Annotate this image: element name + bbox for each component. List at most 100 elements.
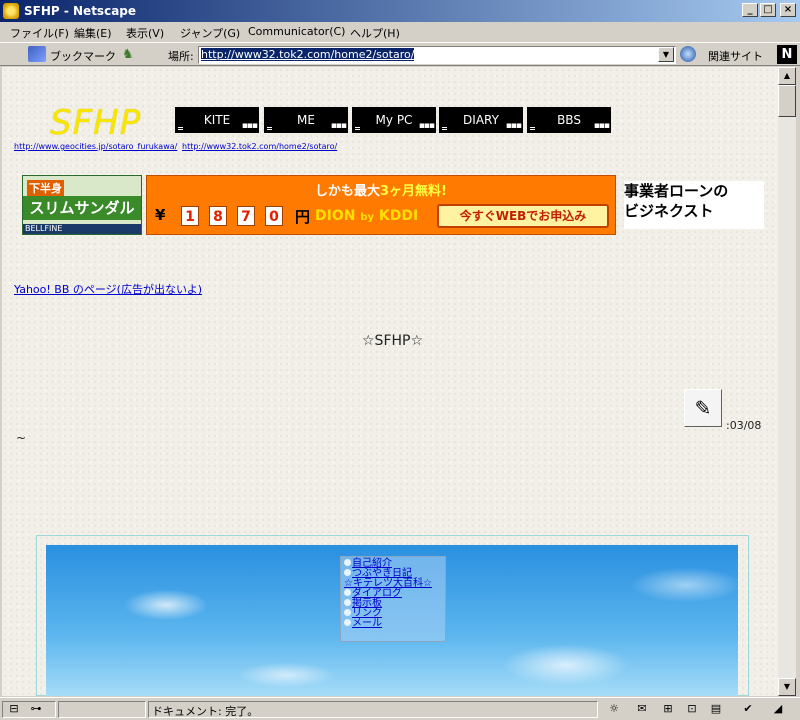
menu-communicator[interactable]: Communicator(C) <box>248 25 345 38</box>
composer-icon[interactable]: ⊡ <box>684 702 700 716</box>
scroll-up-button[interactable]: ▲ <box>778 67 796 85</box>
nav-button-me[interactable]: ME ▪▪▪ <box>264 107 348 133</box>
mail-icon[interactable]: ✉ <box>634 702 650 716</box>
ad-headline: しかも最大3ヶ月無料! <box>147 180 615 199</box>
menu-help[interactable]: ヘルプ(H) <box>350 25 400 41</box>
business-loan-ad[interactable]: 事業者ローンの ビジネクスト <box>624 181 764 229</box>
menu-view[interactable]: 表示(V) <box>126 25 164 41</box>
netscape-logo[interactable]: N <box>777 45 797 64</box>
nav-button-label: BBS <box>557 113 581 127</box>
url-dropdown-button[interactable]: ▼ <box>658 47 674 62</box>
page-heading: ☆SFHP☆ <box>362 333 424 349</box>
taskbar-check-icon[interactable]: ✔ <box>740 702 756 716</box>
dots-icon: ▪▪▪ <box>505 121 522 131</box>
status-bar: ⊟ ⊶ ドキュメント: 完了。 ☼ ✉ ⊞ ⊡ ▤ ✔ ◢ <box>0 697 800 720</box>
ad-right-line2: ビジネクスト <box>624 202 714 220</box>
ad-right-line1: 事業者ローンの <box>624 182 729 200</box>
site-logo: SFHP <box>50 103 142 143</box>
ad-brand-company: KDDI <box>378 208 419 224</box>
ad-headline-prefix: しかも最大 <box>315 184 381 199</box>
site-menu: 自己紹介 つぶやき日記 ☆キテレツ大百科☆ ダイアログ 掲示板 リンク メール <box>340 556 446 642</box>
menu-bar: ファイル(F) 編集(E) 表示(V) ジャンプ(G) Communicator… <box>0 22 800 42</box>
status-text: ドキュメント: 完了。 <box>152 705 259 718</box>
dots-icon: ▪▪▪ <box>330 121 347 131</box>
resize-grip-icon[interactable]: ◢ <box>770 702 786 716</box>
related-sites-icon[interactable] <box>680 46 696 62</box>
location-toolbar: ブックマーク ♞ 場所: http://www32.tok2.com/home2… <box>0 42 800 66</box>
dots-icon: ▪▪▪ <box>593 121 610 131</box>
ad-apply-button[interactable]: 今すぐWEBでお申込み <box>437 204 609 228</box>
bullet-icon <box>344 589 351 596</box>
dots-icon: ▪▪▪ <box>418 121 435 131</box>
ad-price-digit: 7 <box>237 206 255 226</box>
dots-icon: ▪▪▪ <box>241 121 258 131</box>
ad-brand-name: DION <box>315 208 356 224</box>
url-field[interactable]: http://www32.tok2.com/home2/sotaro/ <box>198 46 676 64</box>
security-lock-icon[interactable]: ⊟ <box>6 702 22 716</box>
ad-yen-unit: 円 <box>295 208 311 226</box>
minimize-button[interactable]: _ <box>742 3 758 17</box>
nav-button-label: ME <box>297 113 315 127</box>
ad-price-digit: 8 <box>209 206 227 226</box>
vertical-scrollbar[interactable]: ▲ ▼ <box>778 67 796 696</box>
nav-button-mypc[interactable]: My PC ▪▪▪ <box>352 107 436 133</box>
dotted-divider <box>14 158 294 160</box>
menu-file[interactable]: ファイル(F) <box>10 25 69 41</box>
bookmarks-button[interactable]: ブックマーク <box>50 48 116 64</box>
menu-edit[interactable]: 編集(E) <box>74 25 112 41</box>
bullet-icon <box>344 559 351 566</box>
bar-icon <box>178 127 183 130</box>
navigator-icon[interactable]: ☼ <box>606 702 622 716</box>
bar-icon <box>530 127 535 130</box>
ad-left-line2: スリムサンダル <box>23 196 141 220</box>
sandal-ad-banner[interactable]: 下半身 スリムサンダル BELLFINE <box>22 175 142 235</box>
yahoo-bb-link[interactable]: Yahoo! BB のページ(広告が出ないよ) <box>14 281 202 297</box>
bullet-icon <box>344 569 351 576</box>
menu-link-label: メール <box>352 618 382 629</box>
tilde-text: ~ <box>16 431 27 445</box>
window-title: SFHP - Netscape <box>24 4 137 18</box>
tok2-link[interactable]: http://www32.tok2.com/home2/sotaro/ <box>182 142 337 151</box>
bookmarks-icon[interactable] <box>28 46 46 62</box>
bar-icon <box>267 127 272 130</box>
bar-icon <box>355 127 360 130</box>
bullet-icon <box>344 619 351 626</box>
nav-button-label: KITE <box>203 113 231 127</box>
bullet-icon <box>344 599 351 606</box>
ad-price-digit: 1 <box>181 206 199 226</box>
ad-price-digit: 0 <box>265 206 283 226</box>
online-status-icon[interactable]: ⊶ <box>28 702 44 716</box>
nav-button-diary[interactable]: DIARY ▪▪▪ <box>439 107 523 133</box>
close-button[interactable]: × <box>780 3 796 17</box>
page-proxy-icon[interactable]: ♞ <box>122 47 134 62</box>
page-viewport: SFHP KITE ▪▪▪ ME ▪▪▪ My PC ▪▪▪ DIARY ▪▪▪… <box>2 67 778 696</box>
geocities-link[interactable]: http://www.geocities.jp/sotaro_furukawa/ <box>14 142 177 151</box>
addressbook-icon[interactable]: ▤ <box>708 702 724 716</box>
scroll-thumb[interactable] <box>778 85 796 117</box>
ad-left-line1: 下半身 <box>27 180 64 196</box>
nav-button-kite[interactable]: KITE ▪▪▪ <box>175 107 259 133</box>
broken-image-icon[interactable]: ✎ <box>684 389 722 427</box>
ad-headline-highlight: 3ヶ月無料! <box>380 184 447 199</box>
menu-go[interactable]: ジャンプ(G) <box>180 25 240 41</box>
dion-ad-banner[interactable]: しかも最大3ヶ月無料! ¥ 1 8 7 0 円 DION by KDDI 今すぐ… <box>146 175 616 235</box>
ad-left-brand: BELLFINE <box>23 224 141 234</box>
scroll-down-button[interactable]: ▼ <box>778 678 796 696</box>
progress-panel <box>58 701 146 718</box>
nav-button-label: DIARY <box>463 113 499 127</box>
ad-brand-by: by <box>360 212 375 223</box>
location-label: 場所: <box>168 50 194 63</box>
news-icon[interactable]: ⊞ <box>660 702 676 716</box>
title-bar: SFHP - Netscape _ □ × <box>0 0 800 22</box>
related-sites-button[interactable]: 関連サイト <box>708 48 763 64</box>
ad-brand: DION by KDDI <box>315 208 418 224</box>
bullet-icon <box>344 609 351 616</box>
update-date: :03/08 <box>726 419 762 432</box>
bar-icon <box>442 127 447 130</box>
netscape-app-icon[interactable] <box>3 3 19 19</box>
menu-link-mail[interactable]: メール <box>344 619 442 629</box>
nav-button-bbs[interactable]: BBS ▪▪▪ <box>527 107 611 133</box>
url-text: http://www32.tok2.com/home2/sotaro/ <box>201 48 415 61</box>
maximize-button[interactable]: □ <box>760 3 776 17</box>
nav-button-label: My PC <box>375 113 413 127</box>
